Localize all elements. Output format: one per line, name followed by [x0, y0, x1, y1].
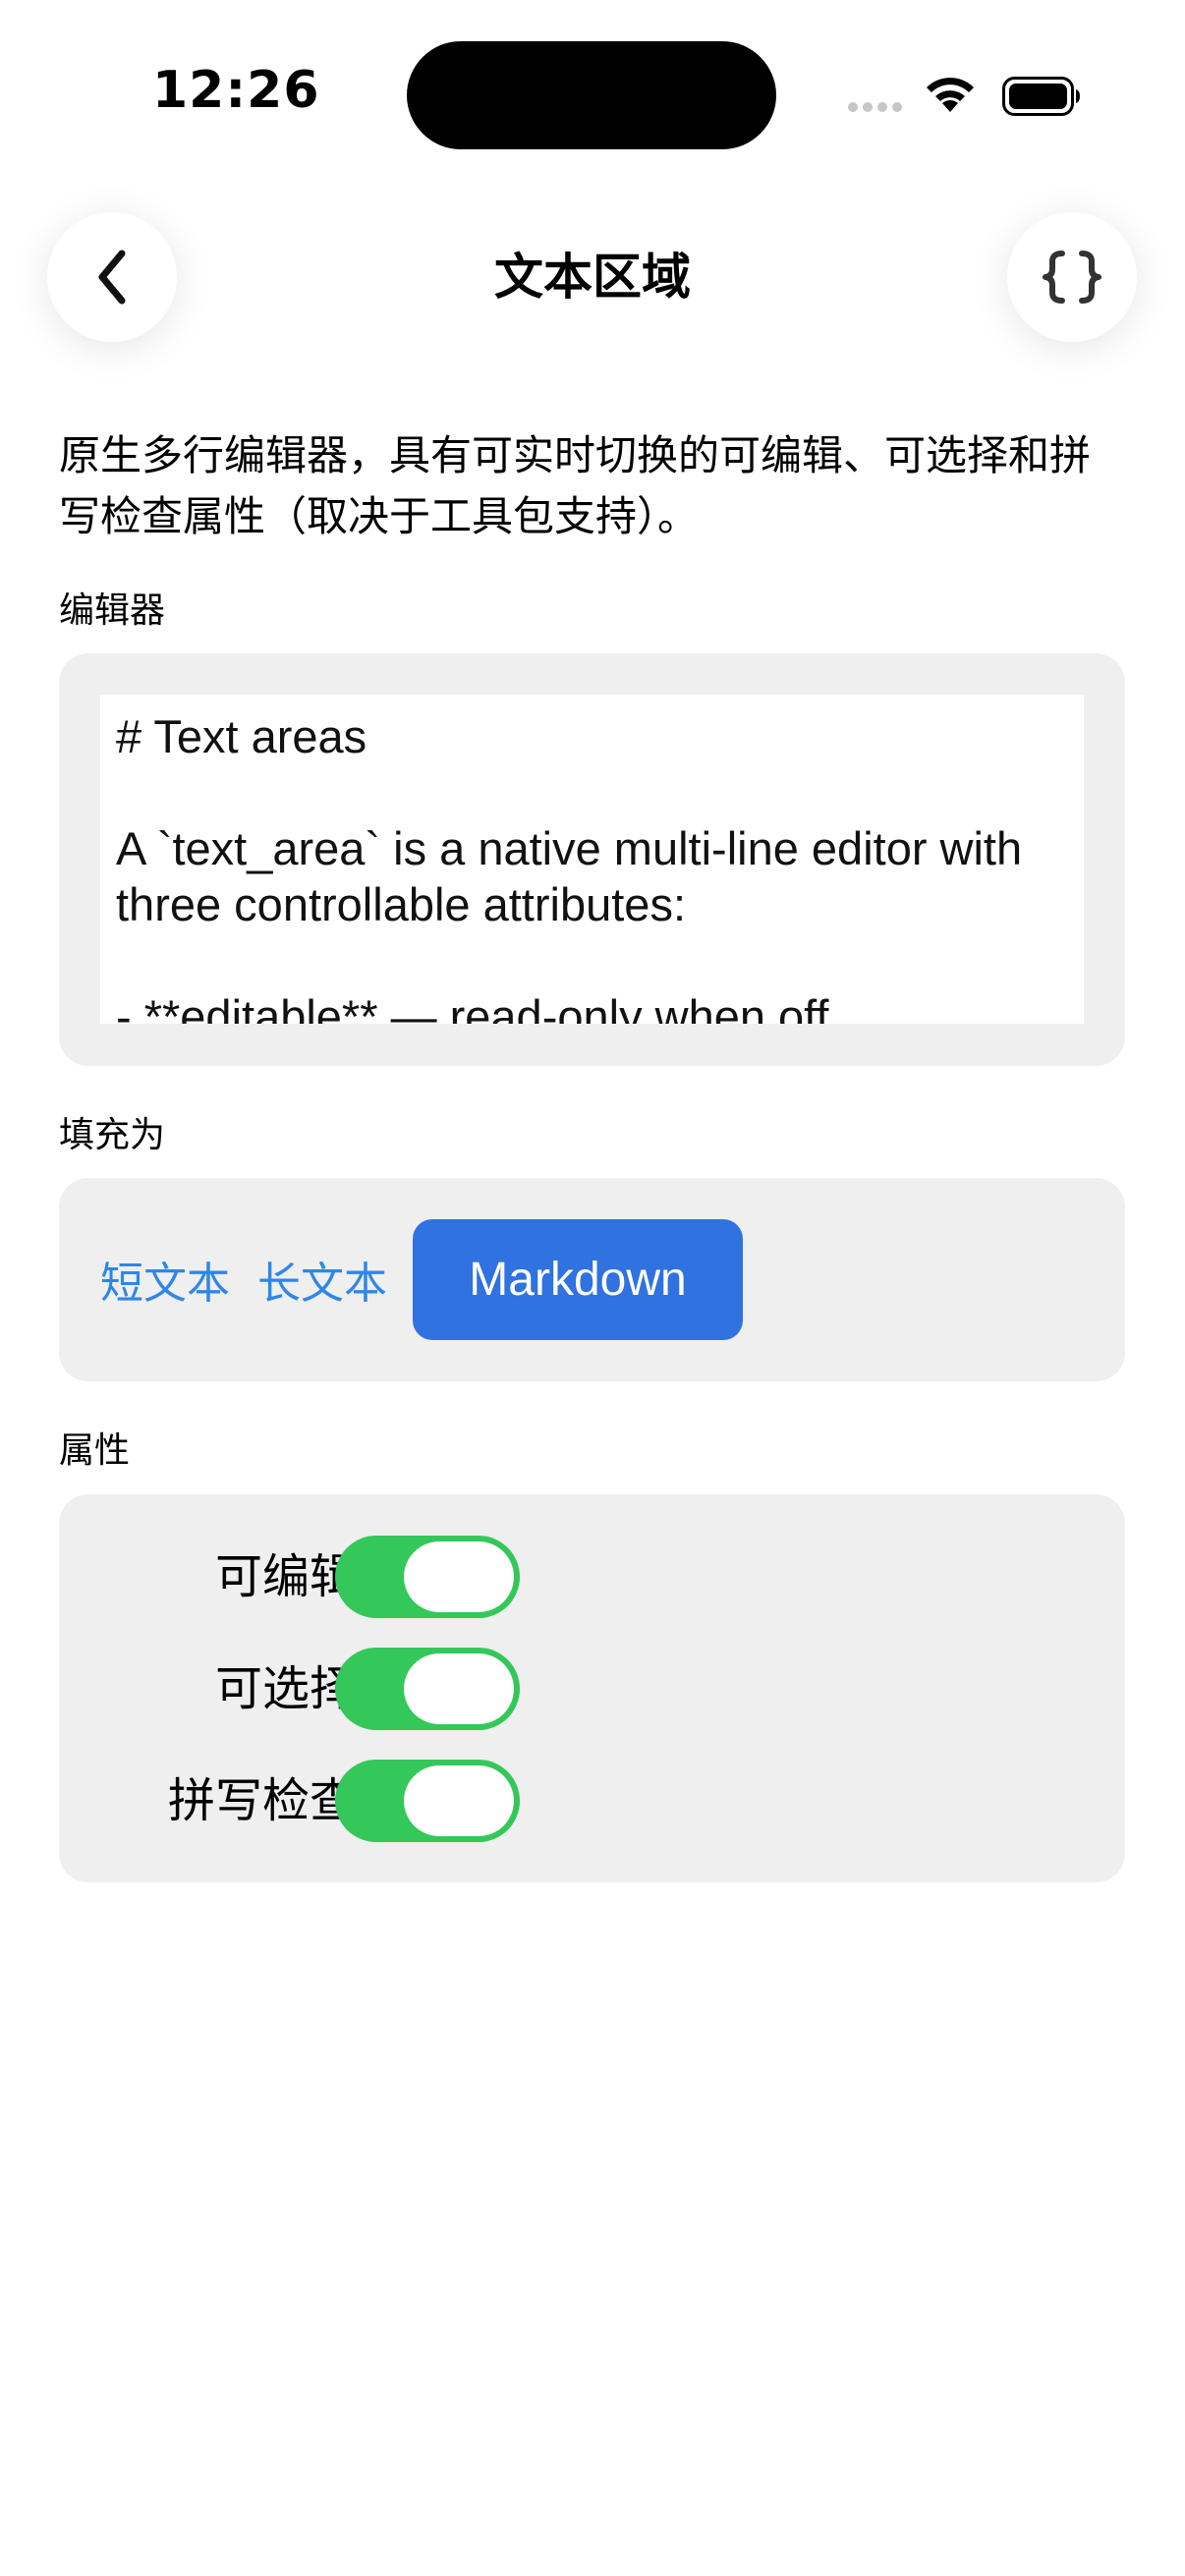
- editor-section-label: 编辑器: [59, 590, 166, 631]
- attribute-row-editable: 可编辑: [59, 1536, 609, 1618]
- selectable-toggle[interactable]: [335, 1648, 520, 1730]
- editor-card: # Text areas A `text_area` is a native m…: [59, 653, 1125, 1066]
- toggle-knob: [404, 1653, 514, 1724]
- dynamic-island: [407, 41, 776, 149]
- status-bar: 12:26: [0, 0, 1185, 177]
- toggle-knob: [404, 1541, 514, 1612]
- attribute-row-selectable: 可选择: [59, 1648, 609, 1730]
- spellcheck-label: 拼写检查: [167, 1773, 357, 1828]
- fill-section-label: 填充为: [59, 1115, 166, 1155]
- toggle-knob: [404, 1765, 514, 1836]
- fill-options-card: 短文本 长文本 Markdown: [59, 1178, 1125, 1381]
- attribute-row-spellcheck: 拼写检查: [59, 1760, 609, 1842]
- attributes-section-label: 属性: [59, 1430, 131, 1471]
- battery-icon: [1002, 77, 1080, 116]
- braces-icon: [1043, 251, 1101, 304]
- cellular-signal-icon: [848, 102, 902, 112]
- wifi-icon: [927, 78, 974, 112]
- fill-long-text-button[interactable]: 长文本: [257, 1257, 387, 1312]
- fill-short-text-button[interactable]: 短文本: [100, 1257, 230, 1312]
- editable-toggle[interactable]: [335, 1536, 520, 1618]
- code-button[interactable]: [1007, 212, 1137, 342]
- attributes-card: 可编辑 可选择 拼写检查: [59, 1494, 1125, 1882]
- page-description: 原生多行编辑器，具有可实时切换的可编辑、可选择和拼写检查属性（取决于工具包支持）…: [59, 431, 1092, 540]
- spellcheck-toggle[interactable]: [335, 1760, 520, 1842]
- status-time: 12:26: [152, 61, 320, 120]
- text-area-editor[interactable]: # Text areas A `text_area` is a native m…: [100, 695, 1084, 1024]
- fill-markdown-button[interactable]: Markdown: [413, 1219, 743, 1340]
